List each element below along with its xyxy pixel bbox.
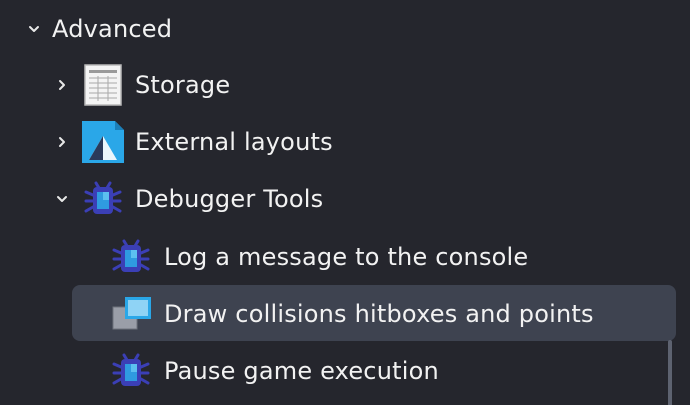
vertical-scrollbar[interactable] <box>668 340 672 405</box>
tree-item-pause-game[interactable]: Pause game execution <box>0 342 690 399</box>
tree-item-external-layouts[interactable]: External layouts <box>0 113 690 170</box>
tree-item-label: Draw collisions hitboxes and points <box>164 299 594 328</box>
tree-item-label: Debugger Tools <box>135 184 324 213</box>
chevron-right-icon[interactable] <box>52 132 72 152</box>
tree-item-label: Advanced <box>52 14 173 43</box>
tree-item-log-message[interactable]: Log a message to the console <box>0 228 690 285</box>
tree-item-label: External layouts <box>135 127 333 156</box>
chevron-down-icon[interactable] <box>52 189 72 209</box>
chevron-down-icon[interactable] <box>24 19 44 39</box>
bug-icon <box>108 348 154 394</box>
chevron-right-icon[interactable] <box>52 75 72 95</box>
tree-item-advanced[interactable]: Advanced <box>0 0 690 57</box>
tree-item-label: Pause game execution <box>164 356 439 385</box>
bug-icon <box>108 234 154 280</box>
bug-icon <box>80 176 126 222</box>
tree-item-storage[interactable]: Storage <box>0 56 690 113</box>
tree-item-draw-collisions[interactable]: Draw collisions hitboxes and points <box>0 285 690 342</box>
external-layouts-icon <box>80 119 126 165</box>
hitbox-icon <box>108 291 154 337</box>
events-tree-panel: Advanced Storage External layouts Debugg… <box>0 0 690 405</box>
tree-item-debugger-tools[interactable]: Debugger Tools <box>0 170 690 227</box>
tree-item-label: Log a message to the console <box>164 242 529 271</box>
storage-icon <box>80 62 126 108</box>
tree-item-label: Storage <box>135 70 231 99</box>
